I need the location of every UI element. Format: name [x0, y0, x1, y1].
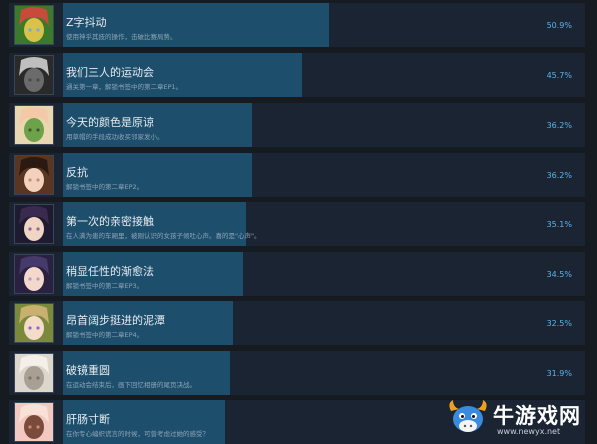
achievement-description: 用草帽的手段成功收买邻家发小。 — [66, 133, 164, 141]
achievement-title: Z字抖动 — [66, 16, 107, 29]
achievement-title: 今天的颜色是原谅 — [66, 116, 154, 129]
achievement-description: 在运动会结束后，画下回忆相册的尾页决战。 — [66, 381, 196, 389]
thumb-healing-method-icon — [14, 254, 54, 294]
unlock-percentage: 50.9% — [546, 21, 572, 30]
achievement-description: 解锁书签中的第二章EP3。 — [66, 282, 144, 290]
achievement-list: Z字抖动使用神乎其技的操作，击破比赛局势。 50.9% 我们三人的运动会通关第一章，… — [0, 0, 597, 444]
achievement-row[interactable]: 反抗解锁书签中的第二章EP2。 36.2% — [9, 153, 585, 197]
achievement-description: 解锁书签中的第二章EP4。 — [66, 331, 144, 339]
achievement-description: 在你专心编织谎言的时候，可曾考虑过她的感受？ — [66, 430, 209, 438]
achievement-row[interactable]: 昂首阔步挺进的泥潭解锁书签中的第二章EP4。 32.5% — [9, 301, 585, 345]
watermark: 牛游戏网 www.newyx.net — [445, 397, 591, 439]
achievement-description: 通关第一章，解锁书签中的第二章EP1。 — [66, 83, 183, 91]
achievement-title: 破镜重圆 — [66, 364, 110, 377]
unlock-percentage: 36.2% — [546, 171, 572, 180]
thumb-sports-day-icon — [14, 55, 54, 95]
unlock-percentage: 36.2% — [546, 121, 572, 130]
achievement-description: 使用神乎其技的操作，击破比赛局势。 — [66, 33, 177, 41]
achievement-title: 稍显任性的渐愈法 — [66, 265, 154, 278]
achievement-row[interactable]: Z字抖动使用神乎其技的操作，击破比赛局势。 50.9% — [9, 3, 585, 47]
achievement-title: 反抗 — [66, 166, 88, 179]
achievement-description: 解锁书签中的第二章EP2。 — [66, 183, 144, 191]
thumb-reunion-icon — [14, 353, 54, 393]
thumb-z-shake-icon — [14, 5, 54, 45]
achievement-title: 肝肠寸断 — [66, 413, 110, 426]
unlock-percentage: 45.7% — [546, 71, 572, 80]
thumb-heartbreak-icon — [14, 402, 54, 442]
thumb-mire-icon — [14, 303, 54, 343]
achievement-title: 第一次的亲密接触 — [66, 215, 154, 228]
achievement-row[interactable]: 我们三人的运动会通关第一章，解锁书签中的第二章EP1。 45.7% — [9, 53, 585, 97]
achievement-row[interactable]: 破镜重圆在运动会结束后，画下回忆相册的尾页决战。 31.9% — [9, 351, 585, 395]
unlock-percentage: 35.1% — [546, 220, 572, 229]
thumb-first-contact-icon — [14, 204, 54, 244]
achievement-row[interactable]: 今天的颜色是原谅用草帽的手段成功收买邻家发小。 36.2% — [9, 103, 585, 147]
achievement-title: 我们三人的运动会 — [66, 66, 154, 79]
unlock-percentage: 31.9% — [546, 369, 572, 378]
unlock-percentage: 34.5% — [546, 270, 572, 279]
thumb-forgiveness-color-icon — [14, 105, 54, 145]
watermark-url: www.newyx.net — [497, 427, 561, 436]
watermark-text: 牛游戏网 — [493, 404, 581, 428]
achievement-row[interactable]: 第一次的亲密接触在人满为患的车厢里，被刚认识的女孩子倾吐心声。喜的是"心声"。 3… — [9, 202, 585, 246]
achievement-description: 在人满为患的车厢里，被刚认识的女孩子倾吐心声。喜的是"心声"。 — [66, 232, 261, 240]
bull-logo-icon — [449, 400, 487, 432]
achievement-row[interactable]: 稍显任性的渐愈法解锁书签中的第二章EP3。 34.5% — [9, 252, 585, 296]
unlock-percentage: 32.5% — [546, 319, 572, 328]
achievement-title: 昂首阔步挺进的泥潭 — [66, 314, 165, 327]
thumb-resist-icon — [14, 155, 54, 195]
